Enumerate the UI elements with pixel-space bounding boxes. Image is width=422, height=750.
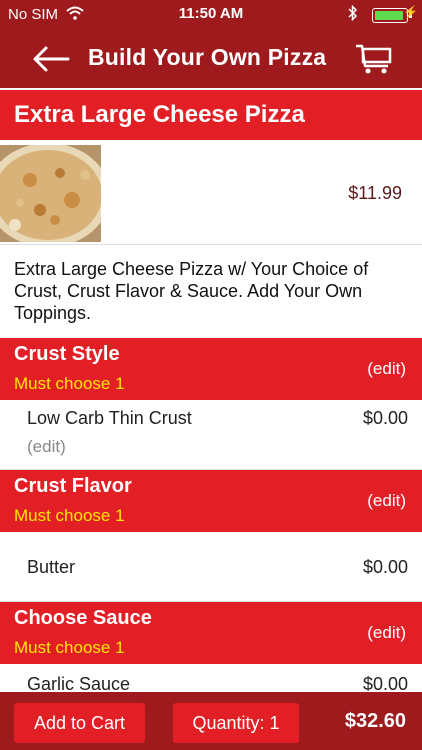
option-row-crust-style[interactable]: Low Carb Thin Crust $0.00 (edit) xyxy=(0,400,422,470)
option-row-crust-flavor[interactable]: Butter $0.00 xyxy=(0,532,422,602)
group-edit-link[interactable]: (edit) xyxy=(367,623,406,643)
group-header-crust-flavor: Crust Flavor Must choose 1 (edit) xyxy=(0,470,422,532)
option-name: Low Carb Thin Crust xyxy=(27,408,192,428)
group-header-crust-style: Crust Style Must choose 1 (edit) xyxy=(0,338,422,400)
add-to-cart-button[interactable]: Add to Cart xyxy=(14,703,145,743)
quantity-button[interactable]: Quantity: 1 xyxy=(173,703,299,743)
group-title: Choose Sauce xyxy=(14,607,152,629)
item-summary: $11.99 xyxy=(0,141,422,245)
back-arrow-icon[interactable] xyxy=(30,41,72,77)
item-description: Extra Large Cheese Pizza w/ Your Choice … xyxy=(14,259,369,323)
navigation-bar: Build Your Own Pizza xyxy=(0,30,422,88)
group-edit-link[interactable]: (edit) xyxy=(367,491,406,511)
bluetooth-icon xyxy=(348,4,358,24)
group-edit-link[interactable]: (edit) xyxy=(367,359,406,379)
option-price: $0.00 xyxy=(362,408,408,428)
page-title: Build Your Own Pizza xyxy=(88,44,327,70)
charging-bolt-icon: ⚡ xyxy=(403,5,418,19)
group-requirement: Must choose 1 xyxy=(14,374,125,393)
group-header-choose-sauce: Choose Sauce Must choose 1 (edit) xyxy=(0,602,422,664)
pizza-image xyxy=(0,145,101,242)
order-total: $32.60 xyxy=(344,710,406,732)
option-edit-link[interactable]: (edit) xyxy=(27,437,66,457)
item-name-header: Extra Large Cheese Pizza xyxy=(0,90,422,140)
bottom-action-bar: Add to Cart Quantity: 1 $32.60 xyxy=(0,692,422,750)
status-bar: No SIM 11:50 AM ⚡ xyxy=(0,0,422,30)
group-title: Crust Flavor xyxy=(14,475,132,497)
option-price: $0.00 xyxy=(362,557,408,577)
status-time: 11:50 AM xyxy=(178,5,244,22)
group-requirement: Must choose 1 xyxy=(14,506,125,525)
item-price: $11.99 xyxy=(348,183,402,203)
option-name: Butter xyxy=(27,557,76,577)
cart-icon[interactable] xyxy=(354,40,394,78)
group-title: Crust Style xyxy=(14,343,120,365)
group-requirement: Must choose 1 xyxy=(14,638,125,657)
